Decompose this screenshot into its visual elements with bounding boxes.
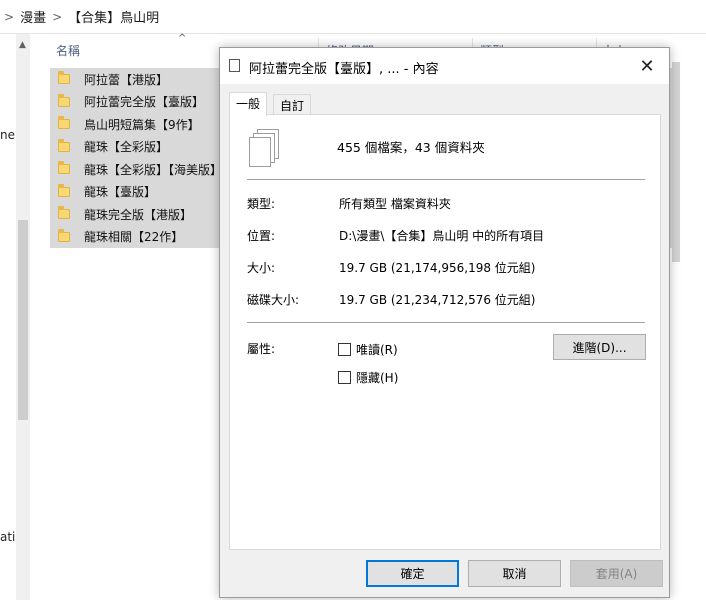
folder-icon	[58, 183, 70, 197]
chevron-right-icon[interactable]: >	[4, 10, 14, 24]
file-name: 龍珠完全版【港版】	[84, 207, 193, 222]
location-value: D:\漫畫\【合集】鳥山明 中的所有項目	[339, 229, 545, 243]
folder-icon	[58, 206, 70, 220]
breadcrumb-item-manga[interactable]: 漫畫	[20, 7, 46, 26]
scroll-up-arrow-icon[interactable]: ▲	[19, 40, 26, 50]
address-bar[interactable]: > 漫畫 > 【合集】鳥山明	[0, 0, 706, 34]
file-name: 鳥山明短篇集【9作】	[84, 117, 200, 132]
folder-icon	[58, 116, 70, 130]
file-name: 龍珠【全彩版】	[84, 140, 169, 155]
readonly-label[interactable]: 唯讀(R)	[356, 341, 398, 358]
close-button[interactable]: ✕	[625, 48, 669, 84]
cancel-button[interactable]: 取消	[468, 560, 561, 587]
file-name: 龍珠相關【22作】	[84, 230, 184, 245]
size-on-disk-label: 磁碟大小:	[247, 293, 300, 307]
folder-icon	[58, 71, 70, 85]
breadcrumb-item-collection[interactable]: 【合集】鳥山明	[68, 7, 159, 26]
nav-pane-label[interactable]: ne	[0, 128, 15, 142]
tab-general[interactable]: 一般	[229, 92, 268, 116]
size-value: 19.7 GB (21,174,956,198 位元組)	[339, 261, 536, 275]
dialog-titlebar[interactable]: 阿拉蕾完全版【臺版】, ... - 內容 ✕	[220, 48, 669, 84]
properties-dialog: 阿拉蕾完全版【臺版】, ... - 內容 ✕ 一般 自訂 455 個檔案，43 …	[219, 47, 670, 598]
chevron-right-icon[interactable]: >	[52, 10, 62, 24]
attributes-label: 屬性:	[247, 342, 276, 356]
column-name[interactable]: 名稱	[56, 42, 80, 59]
type-label: 類型:	[247, 197, 276, 211]
file-name: 阿拉蕾【港版】	[84, 72, 169, 87]
file-name: 阿拉蕾完全版【臺版】	[84, 95, 205, 110]
hidden-label[interactable]: 隱藏(H)	[356, 369, 398, 386]
file-name: 龍珠【臺版】	[84, 185, 157, 200]
size-label: 大小:	[247, 261, 276, 275]
folder-icon	[58, 138, 70, 152]
file-name: 龍珠【全彩版】【海美版】	[84, 162, 223, 177]
hidden-checkbox[interactable]	[338, 371, 351, 384]
selection-summary: 455 個檔案，43 個資料夾	[337, 140, 485, 155]
ok-button[interactable]: 確定	[366, 560, 459, 587]
dialog-title: 阿拉蕾完全版【臺版】, ... - 內容	[249, 62, 439, 77]
folder-icon	[58, 228, 70, 242]
readonly-checkbox[interactable]	[338, 343, 351, 356]
general-tab-panel: 455 個檔案，43 個資料夾 類型: 所有類型 檔案資料夾 位置: D:\漫畫…	[229, 114, 661, 550]
apply-button[interactable]: 套用(A)	[570, 560, 663, 587]
multiple-files-icon	[247, 129, 287, 171]
readonly-checkbox-row[interactable]: 唯讀(R)	[338, 341, 398, 358]
type-value: 所有類型 檔案資料夾	[339, 197, 451, 211]
divider	[247, 179, 645, 180]
folder-icon	[58, 93, 70, 107]
hidden-checkbox-row[interactable]: 隱藏(H)	[338, 369, 398, 386]
nav-pane-scrollbar[interactable]: ▲	[16, 34, 30, 600]
location-label: 位置:	[247, 229, 276, 243]
divider	[247, 322, 645, 323]
file-list-scrollbar[interactable]	[672, 62, 680, 262]
advanced-button[interactable]: 進階(D)...	[553, 334, 646, 360]
size-on-disk-value: 19.7 GB (21,234,712,576 位元組)	[339, 293, 536, 307]
tab-custom[interactable]: 自訂	[273, 94, 312, 115]
sort-ascending-icon: ^	[178, 33, 187, 44]
folder-icon	[58, 161, 70, 175]
scrollbar-thumb[interactable]	[18, 220, 28, 420]
properties-icon	[229, 56, 243, 72]
close-icon: ✕	[639, 55, 655, 77]
